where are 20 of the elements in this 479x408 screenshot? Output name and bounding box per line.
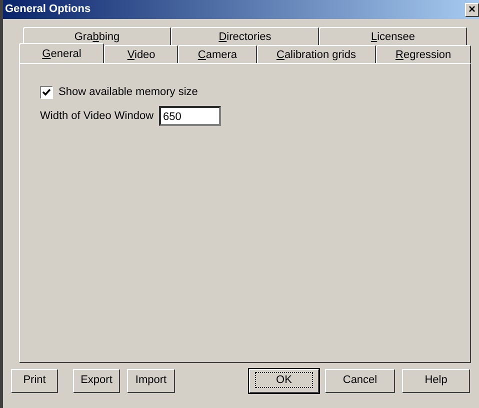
dialog-button[interactable]: Help [402, 368, 470, 392]
tab[interactable]: Video [104, 45, 178, 63]
dialog-button[interactable]: OK [249, 368, 319, 392]
tab[interactable]: Licensee [319, 27, 467, 45]
tab[interactable]: General [19, 43, 104, 63]
dialog-button[interactable]: Export [73, 368, 120, 392]
window-title: General Options [5, 2, 91, 18]
input-field[interactable]: 650 [159, 106, 222, 126]
close-button[interactable]: × [465, 2, 479, 16]
checkbox[interactable] [40, 86, 53, 99]
dialog-button[interactable]: Print [11, 368, 58, 392]
tab[interactable]: Directories [171, 27, 319, 45]
field-label: Width of Video Window [40, 108, 154, 124]
tab[interactable]: Calibration grids [256, 45, 376, 63]
tab[interactable]: Grabbing [23, 27, 171, 45]
tab[interactable]: Camera [178, 45, 257, 63]
dialog-button[interactable]: Import [127, 368, 175, 392]
checkbox-label: Show available memory size [58, 85, 198, 100]
dialog-button[interactable]: Cancel [325, 368, 395, 392]
tab[interactable]: Regression [376, 45, 471, 63]
